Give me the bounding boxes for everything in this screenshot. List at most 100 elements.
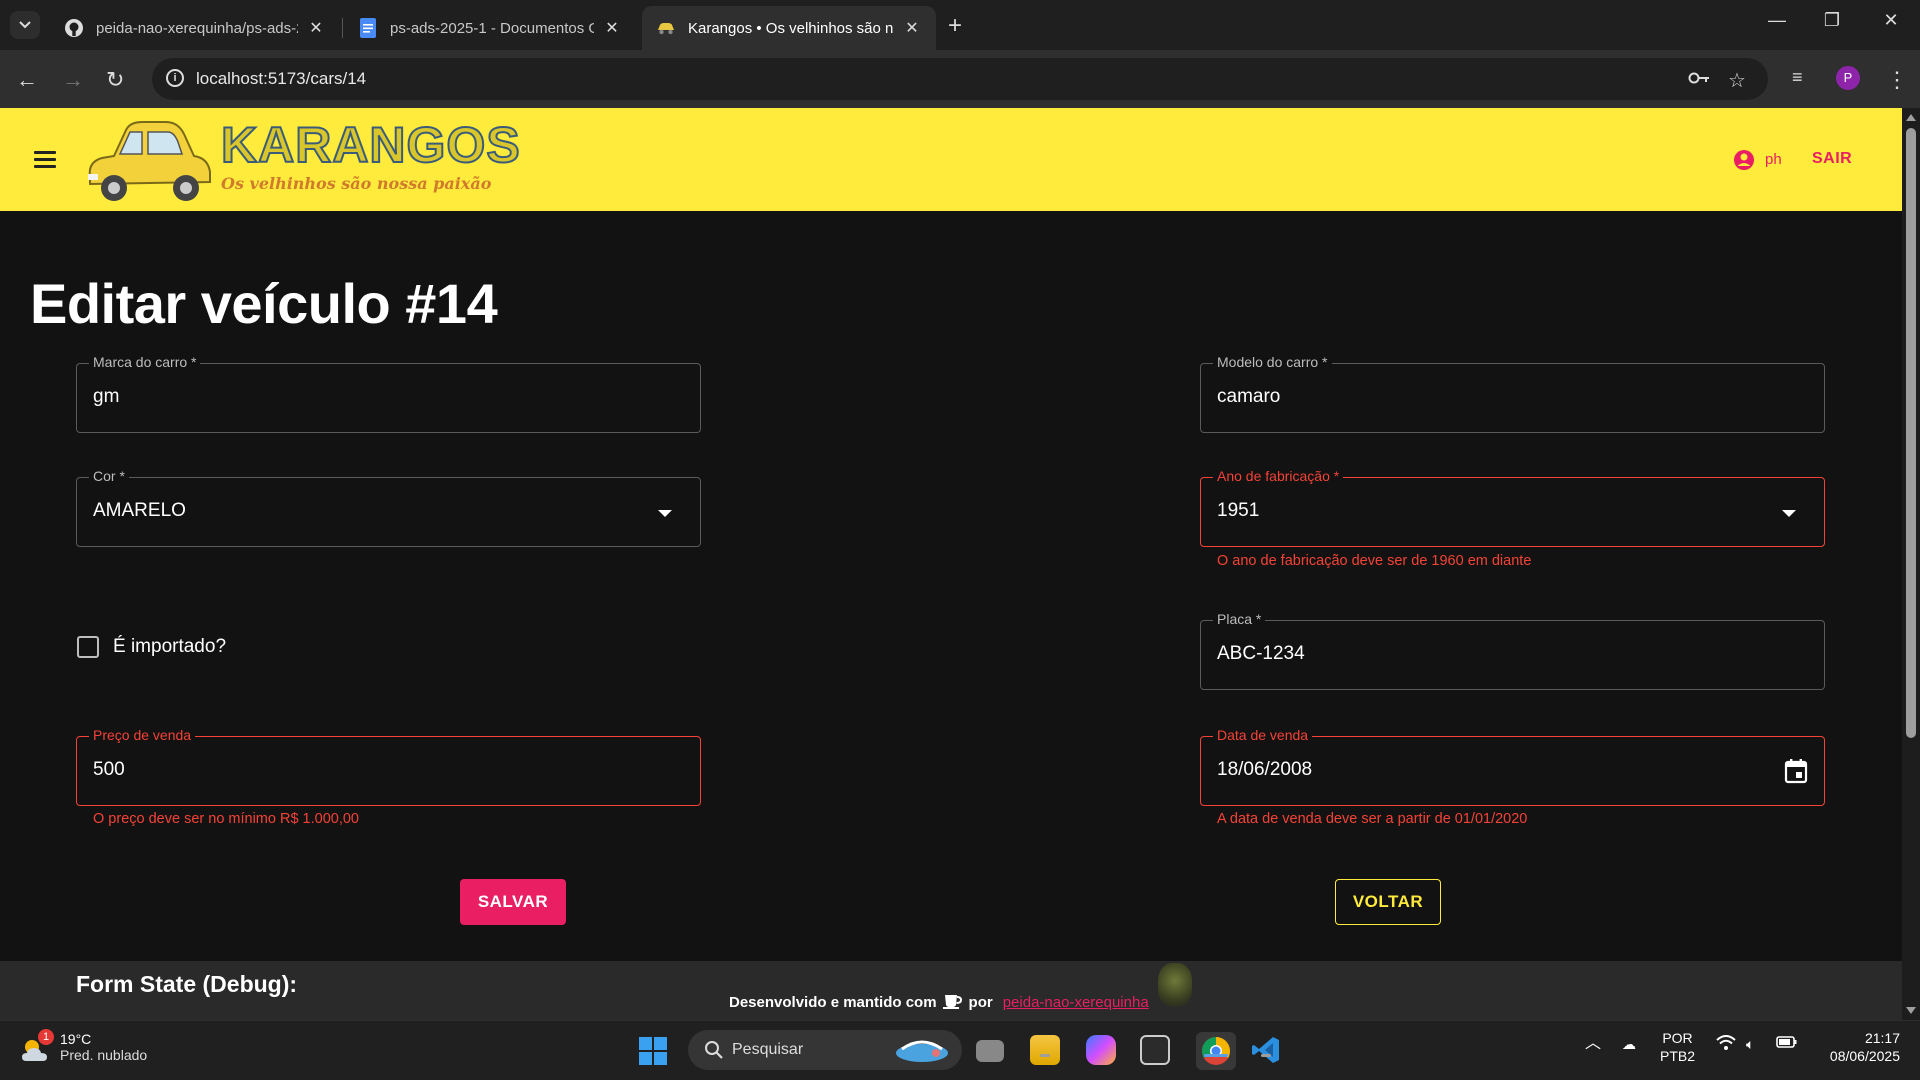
ms-store-icon[interactable]: [1140, 1035, 1170, 1065]
page-scrollbar[interactable]: [1902, 108, 1920, 1020]
ano-select[interactable]: Ano de fabricação * 1951: [1200, 468, 1825, 547]
tab-divider: [342, 18, 343, 38]
credit-por: por: [968, 993, 993, 1011]
browser-tab-docs[interactable]: ps-ads-2025-1 - Documentos G ✕: [344, 6, 636, 50]
scroll-up-arrow-icon[interactable]: [1906, 114, 1916, 121]
browser-tab-github[interactable]: peida-nao-xerequinha/ps-ads-2 ✕: [50, 6, 340, 50]
onedrive-icon[interactable]: ☁: [1622, 1035, 1636, 1053]
author-avatar-image: [1158, 963, 1192, 1007]
field-label: Marca do carro *: [89, 354, 201, 370]
debug-title: Form State (Debug):: [76, 971, 298, 997]
tab-title: Karangos • Os velhinhos são no: [688, 19, 894, 37]
media-queue-icon[interactable]: ≡: [1792, 67, 1803, 88]
weather-description: Pred. nublado: [60, 1047, 148, 1063]
field-label: Cor *: [89, 468, 129, 484]
windows-start-icon[interactable]: [639, 1037, 667, 1065]
battery-icon[interactable]: [1776, 1035, 1798, 1053]
close-tab-icon[interactable]: ✕: [306, 18, 326, 38]
reload-icon[interactable]: ↻: [106, 67, 124, 93]
copilot-icon[interactable]: [1086, 1035, 1116, 1065]
calendar-icon[interactable]: [1784, 758, 1808, 789]
clock[interactable]: 21:17 08/06/2025: [1812, 1029, 1900, 1065]
taskbar-search[interactable]: Pesquisar: [688, 1030, 962, 1070]
browser-tab-bar: peida-nao-xerequinha/ps-ads-2 ✕ ps-ads-2…: [0, 0, 1920, 50]
weather-widget[interactable]: 1 19°C Pred. nublado: [20, 1029, 148, 1063]
browser-toolbar: ← → ↻ i localhost:5173/cars/14 ☆ ≡ ⋮: [0, 50, 1920, 108]
github-icon: [64, 18, 84, 38]
marca-field[interactable]: Marca do carro * gm: [76, 354, 701, 433]
username: ph: [1765, 151, 1782, 168]
yellow-car-logo-icon: [88, 121, 211, 201]
minimize-icon[interactable]: —: [1757, 10, 1797, 31]
close-tab-icon[interactable]: ✕: [902, 18, 922, 38]
data-venda-field[interactable]: Data de venda 18/06/2008: [1200, 727, 1825, 806]
close-window-icon[interactable]: ✕: [1871, 10, 1911, 31]
app-header: KARANGOS Os velhinhos são nossa paixão: [0, 108, 1902, 211]
author-link[interactable]: peida-nao-xerequinha: [1003, 994, 1149, 1011]
explorer-running-indicator: [1040, 1054, 1050, 1057]
dropdown-arrow-icon: [1782, 510, 1796, 517]
menu-kebab-icon[interactable]: ⋮: [1886, 67, 1908, 93]
field-value: 1951: [1217, 500, 1260, 521]
wifi-icon[interactable]: [1716, 1035, 1736, 1055]
karangos-logo: KARANGOS Os velhinhos são nossa paixão: [84, 114, 521, 208]
new-tab-button[interactable]: +: [948, 12, 962, 40]
importado-checkbox-row[interactable]: É importado?: [77, 636, 226, 658]
close-tab-icon[interactable]: ✕: [602, 18, 622, 38]
vscode-icon[interactable]: [1251, 1035, 1281, 1065]
logo-title: KARANGOS: [220, 116, 521, 174]
tray-overflow-chevron-icon[interactable]: ︿: [1585, 1035, 1601, 1053]
save-button[interactable]: SALVAR: [460, 879, 566, 925]
data-venda-error-text: A data de venda deve ser a partir de 01/…: [1217, 811, 1528, 827]
chevron-down-icon: [19, 21, 31, 29]
clock-time: 21:17: [1864, 1030, 1900, 1046]
field-value: gm: [93, 386, 120, 407]
field-value: 18/06/2008: [1217, 759, 1313, 780]
scroll-down-arrow-icon[interactable]: [1906, 1007, 1916, 1014]
bookmark-star-icon[interactable]: ☆: [1728, 68, 1746, 93]
site-info-icon[interactable]: i: [166, 69, 184, 87]
url-text: localhost:5173/cars/14: [196, 69, 367, 88]
temperature: 19°C: [60, 1031, 92, 1047]
preco-field[interactable]: Preço de venda 500: [76, 727, 701, 806]
field-label: Modelo do carro *: [1213, 354, 1332, 370]
windows-taskbar: 1 19°C Pred. nublado Pesquisar ︿ ☁ POR P…: [0, 1020, 1920, 1080]
weather-badge: 1: [38, 1029, 54, 1045]
field-label: Ano de fabricação *: [1213, 468, 1344, 484]
car-favicon: [656, 18, 676, 38]
language-indicator[interactable]: POR PTB2: [1660, 1029, 1695, 1065]
profile-avatar[interactable]: P: [1836, 66, 1860, 90]
account-circle-icon: [1733, 149, 1755, 176]
address-bar[interactable]: i localhost:5173/cars/14 ☆: [152, 58, 1768, 100]
back-arrow-icon[interactable]: ←: [16, 67, 38, 93]
menu-hamburger-icon[interactable]: [34, 151, 56, 169]
cor-select[interactable]: Cor * AMARELO: [76, 468, 701, 547]
modelo-field[interactable]: Modelo do carro * camaro: [1200, 354, 1825, 433]
importado-checkbox[interactable]: [77, 636, 99, 658]
scrollbar-thumb[interactable]: [1906, 128, 1916, 738]
task-view-icon[interactable]: [976, 1040, 1004, 1062]
logo-subtitle: Os velhinhos são nossa paixão: [221, 174, 492, 193]
password-key-icon[interactable]: [1688, 68, 1710, 91]
forward-arrow-icon[interactable]: →: [62, 67, 84, 93]
chrome-taskbar-button[interactable]: [1196, 1032, 1236, 1070]
credit-prefix: Desenvolvido e mantido com: [729, 993, 937, 1011]
vscode-running-indicator: [1261, 1054, 1271, 1057]
logout-button[interactable]: SAIR: [1812, 150, 1852, 168]
preco-error-text: O preço deve ser no mínimo R$ 1.000,00: [93, 811, 359, 827]
weather-cloud-icon: 1: [20, 1029, 54, 1063]
main-content: Editar veículo #14 Marca do carro * gm M…: [0, 211, 1902, 961]
tab-search-button[interactable]: [10, 11, 40, 39]
placa-field[interactable]: Placa * ABC-1234: [1200, 611, 1825, 690]
dropdown-arrow-icon: [658, 510, 672, 517]
volume-icon[interactable]: 🔈︎: [1746, 1035, 1754, 1053]
tab-title: peida-nao-xerequinha/ps-ads-2: [96, 19, 298, 37]
field-label: Data de venda: [1213, 727, 1313, 743]
file-explorer-icon[interactable]: [1030, 1035, 1060, 1065]
footer-credit: Desenvolvido e mantido com por peida-nao…: [729, 991, 1149, 1013]
restore-icon[interactable]: ❐: [1812, 10, 1852, 31]
tab-title: ps-ads-2025-1 - Documentos G: [390, 19, 594, 37]
back-button[interactable]: VOLTAR: [1335, 879, 1441, 925]
browser-tab-karangos[interactable]: Karangos • Os velhinhos são no ✕: [642, 6, 936, 50]
search-label: Pesquisar: [732, 1041, 804, 1058]
